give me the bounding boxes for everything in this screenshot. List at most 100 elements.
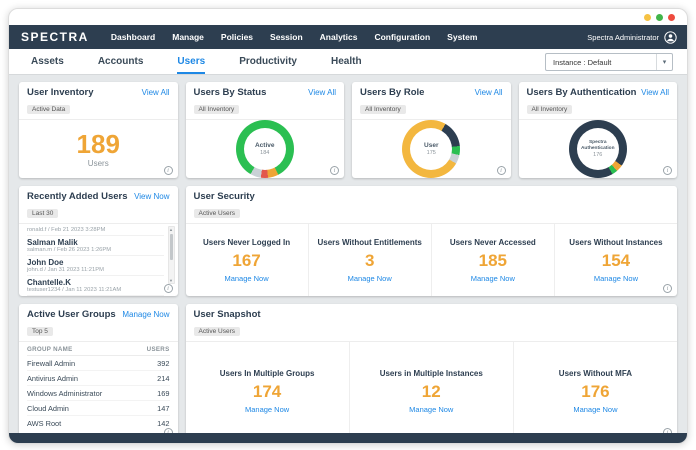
user-row-name: Chantelle.K [27,278,164,287]
security-row: Recently Added Users Last 30 View Now ro… [19,186,677,296]
menu-item-analytics[interactable]: Analytics [320,32,358,42]
info-icon[interactable]: i [330,166,339,175]
info-icon[interactable]: i [663,428,672,433]
card-header: User Snapshot Active Users [186,304,678,342]
card-header: Users By Status All Inventory View All [186,82,345,120]
filter-badge: All Inventory [194,105,240,114]
metric-label: Users Without MFA [559,369,632,378]
group-users-count: 142 [157,419,169,428]
group-name: Firewall Admin [27,359,75,368]
metric-label: Users Without Entitlements [317,238,421,247]
filter-badge: All Inventory [527,105,573,114]
metric-users-without-instances: Users Without Instances 154 Manage Now [554,224,677,296]
scrollbar-thumb[interactable] [170,234,173,260]
info-icon[interactable]: i [663,284,672,293]
metric-label: Users Never Logged In [203,238,290,247]
card-user-security: User Security Active Users Users Never L… [186,186,678,296]
table-row: Cloud Admin 147 [27,401,170,416]
menu-item-session[interactable]: Session [270,32,303,42]
card-users-by-status: Users By Status All Inventory View All A… [186,82,345,178]
view-now-link[interactable]: View Now [134,192,169,201]
donut-center-value: 184 [260,150,269,156]
table-row: Antivirus Admin 214 [27,371,170,386]
menu-item-manage[interactable]: Manage [172,32,204,42]
user-row-meta: salman.m / Feb 26 2023 1:26PM [27,247,164,253]
table-row: Windows Administrator 169 [27,386,170,401]
info-icon[interactable]: i [164,166,173,175]
main-menu: Dashboard Manage Policies Session Analyt… [111,32,478,42]
metric-label: Users In Multiple Groups [220,369,315,378]
list-item: Chantelle.K testuser1234 / Jan 11 2023 1… [27,276,164,296]
manage-now-link[interactable]: Manage Now [245,405,289,414]
user-menu[interactable]: Spectra Administrator [587,31,677,44]
filter-badge: Active Data [27,105,70,114]
scroll-down-icon[interactable]: ▼ [169,278,174,283]
manage-now-link[interactable]: Manage Now [573,405,617,414]
brand-logo: SPECTRA [21,30,89,44]
menu-item-dashboard[interactable]: Dashboard [111,32,155,42]
tab-accounts[interactable]: Accounts [98,49,144,74]
manage-now-link[interactable]: Manage Now [122,310,169,319]
summary-cards-row: User Inventory Active Data View All 189 … [19,82,677,178]
donut-center-value: 176 [593,152,602,158]
minimize-button[interactable] [644,14,651,21]
info-icon[interactable]: i [164,284,173,293]
donut-center-value: 175 [427,150,436,156]
donut-center-label: Spectra Authentication [580,140,616,151]
tab-health[interactable]: Health [331,49,362,74]
metric-users-without-mfa: Users Without MFA 176 Manage Now [513,342,677,433]
filter-badge: Top 5 [27,327,53,336]
metric-value: 3 [365,252,374,269]
group-users-count: 214 [157,374,169,383]
dashboard-content: User Inventory Active Data View All 189 … [9,75,687,433]
metric-users-without-entitlements: Users Without Entitlements 3 Manage Now [308,224,431,296]
menu-item-configuration[interactable]: Configuration [374,32,430,42]
metric-users-never-logged-in: Users Never Logged In 167 Manage Now [186,224,308,296]
card-header: Recently Added Users Last 30 View Now [19,186,178,224]
top-navbar: SPECTRA Dashboard Manage Policies Sessio… [9,25,687,49]
section-tabbar: Assets Accounts Users Productivity Healt… [9,49,687,75]
info-icon[interactable]: i [497,166,506,175]
list-item: ronald.f / Feb 21 2023 3:28PM [27,225,164,236]
metric-value: 176 [581,383,609,400]
maximize-button[interactable] [656,14,663,21]
vertical-scrollbar[interactable]: ▲ ▼ [168,226,175,284]
menu-item-system[interactable]: System [447,32,477,42]
tab-productivity[interactable]: Productivity [239,49,297,74]
metric-label: Users Never Accessed [450,238,536,247]
close-button[interactable] [668,14,675,21]
view-all-link[interactable]: View All [475,88,503,97]
menu-item-policies[interactable]: Policies [221,32,253,42]
manage-now-link[interactable]: Manage Now [224,274,268,283]
card-user-snapshot: User Snapshot Active Users Users In Mult… [186,304,678,433]
metric-label: Users in Multiple Instances [380,369,483,378]
tab-assets[interactable]: Assets [31,49,64,74]
instance-selector[interactable]: Instance : Default ▾ [545,53,673,71]
manage-now-link[interactable]: Manage Now [471,274,515,283]
card-body: User 175 [352,120,511,178]
card-title: User Snapshot [194,309,670,320]
filter-badge: Last 30 [27,209,58,218]
view-all-link[interactable]: View All [142,88,170,97]
scroll-up-icon[interactable]: ▲ [169,227,174,232]
metric-value: 185 [479,252,507,269]
metric-users-in-multiple-instances: Users in Multiple Instances 12 Manage No… [349,342,513,433]
info-icon[interactable]: i [164,428,173,433]
chevron-down-icon: ▾ [656,54,672,70]
snapshot-metrics: Users In Multiple Groups 174 Manage Now … [186,342,678,433]
view-all-link[interactable]: View All [308,88,336,97]
manage-now-link[interactable]: Manage Now [409,405,453,414]
column-header-group-name: GROUP NAME [27,346,73,353]
footer-bar [9,433,687,443]
card-user-inventory: User Inventory Active Data View All 189 … [19,82,178,178]
view-all-link[interactable]: View All [641,88,669,97]
card-users-by-authentication: Users By Authentication All Inventory Vi… [519,82,678,178]
donut-center-label: User [424,142,438,149]
info-icon[interactable]: i [663,166,672,175]
groups-table: GROUP NAME USERS Firewall Admin 392 Anti… [19,342,178,433]
tab-users[interactable]: Users [177,49,205,74]
manage-now-link[interactable]: Manage Now [348,274,392,283]
manage-now-link[interactable]: Manage Now [594,274,638,283]
donut-center: Spectra Authentication 176 [569,120,627,178]
table-row: AWS Root 142 [27,416,170,430]
